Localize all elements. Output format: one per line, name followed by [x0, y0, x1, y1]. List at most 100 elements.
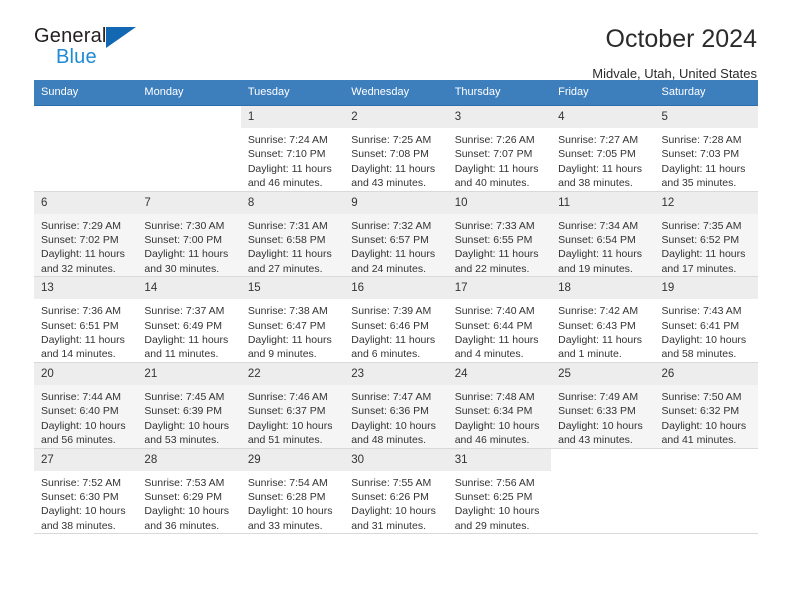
calendar-day-cell[interactable]: 7 Sunrise: 7:30 AM Sunset: 7:00 PM Daylight… [137, 190, 241, 278]
calendar-day-cell[interactable]: 31 Sunrise: 7:56 AM Sunset: 6:25 PM Dayligh… [447, 447, 552, 535]
sunrise-time: Sunrise: 7:26 AM [454, 134, 535, 146]
daylight-duration-line1: Daylight: 10 hours [454, 505, 540, 518]
calendar-day-cell[interactable]: 18 Sunrise: 7:42 AM Sunset: 6:43 PM Dayligh… [551, 276, 655, 363]
calendar-day-cell[interactable]: 19 Sunrise: 7:43 AM Sunset: 6:41 PM Dayligh… [654, 276, 758, 363]
day-number-bar: 13 [34, 277, 138, 300]
day-details: Sunrise: 7:49 AM Sunset: 6:33 PM Daylight:… [551, 385, 654, 448]
day-number: 31 [454, 453, 468, 466]
calendar-day-cell[interactable]: 9 Sunrise: 7:32 AM Sunset: 6:57 PM Daylight… [344, 190, 448, 278]
day-number: 27 [41, 453, 54, 466]
daylight-duration-line1: Daylight: 10 hours [144, 505, 230, 518]
weekday-header-wednesday: Wednesday [344, 80, 448, 106]
day-number: 7 [144, 196, 151, 209]
calendar-day-cell[interactable]: 16 Sunrise: 7:39 AM Sunset: 6:46 PM Dayligh… [344, 276, 448, 363]
sunset-time: Sunset: 6:36 PM [351, 405, 429, 418]
calendar-day-cell[interactable]: 2 Sunrise: 7:25 AM Sunset: 7:08 PM Daylight… [344, 105, 448, 192]
page-header: General Blue October 2024 Midvale, Utah,… [34, 0, 758, 81]
calendar-day-cell[interactable]: 21 Sunrise: 7:45 AM Sunset: 6:39 PM Dayligh… [137, 361, 241, 449]
calendar-day-cell[interactable]: 1 Sunrise: 7:24 AM Sunset: 7:10 PM Daylight… [240, 105, 345, 192]
calendar-day-cell-empty [34, 105, 138, 192]
sunset-time: Sunset: 6:52 PM [661, 234, 740, 247]
day-number-bar: 24 [447, 362, 552, 385]
brand-logo[interactable]: General Blue [34, 24, 154, 70]
weekday-header-sunday: Sunday [34, 80, 138, 106]
daylight-duration-line2: and 38 minutes. [41, 519, 116, 532]
day-number-bar: 20 [34, 362, 138, 385]
daylight-duration-line2: and 6 minutes. [351, 348, 421, 361]
day-details: Sunrise: 7:52 AM Sunset: 6:30 PM Daylight:… [34, 471, 137, 534]
day-number: 19 [661, 282, 675, 295]
daylight-duration-line2: and 33 minutes. [247, 519, 323, 532]
daylight-duration-line1: Daylight: 10 hours [661, 334, 747, 347]
calendar-day-cell[interactable]: 24 Sunrise: 7:48 AM Sunset: 6:34 PM Dayligh… [447, 361, 552, 449]
daylight-duration-line2: and 11 minutes. [144, 348, 219, 361]
calendar-day-cell[interactable]: 14 Sunrise: 7:37 AM Sunset: 6:49 PM Dayligh… [137, 276, 241, 363]
calendar-day-cell-empty [137, 105, 241, 192]
weekday-header-tuesday: Tuesday [240, 80, 345, 106]
day-details: Sunrise: 7:30 AM Sunset: 7:00 PM Daylight:… [137, 214, 240, 277]
sunrise-time: Sunrise: 7:37 AM [144, 305, 225, 318]
sunrise-time: Sunrise: 7:34 AM [558, 219, 639, 232]
day-number-bar: 17 [447, 277, 552, 300]
calendar-day-cell[interactable]: 27 Sunrise: 7:52 AM Sunset: 6:30 PM Dayligh… [34, 447, 138, 535]
day-number: 24 [454, 367, 468, 380]
calendar-day-cell[interactable]: 29 Sunrise: 7:54 AM Sunset: 6:28 PM Dayligh… [240, 447, 345, 535]
day-details: Sunrise: 7:55 AM Sunset: 6:26 PM Daylight:… [344, 471, 447, 534]
daylight-duration-line2: and 41 minutes. [661, 434, 737, 447]
day-details: Sunrise: 7:50 AM Sunset: 6:32 PM Daylight:… [655, 385, 758, 448]
calendar-day-cell[interactable]: 22 Sunrise: 7:46 AM Sunset: 6:37 PM Dayligh… [240, 361, 345, 449]
calendar-day-cell[interactable]: 30 Sunrise: 7:55 AM Sunset: 6:26 PM Dayligh… [344, 447, 448, 535]
calendar-day-cell[interactable]: 12 Sunrise: 7:35 AM Sunset: 6:52 PM Dayligh… [654, 190, 758, 278]
daylight-duration-line2: and 58 minutes. [661, 348, 737, 361]
calendar-day-cell[interactable]: 11 Sunrise: 7:34 AM Sunset: 6:54 PM Dayligh… [551, 190, 655, 278]
sunrise-time: Sunrise: 7:27 AM [558, 134, 639, 146]
day-number: 26 [661, 367, 675, 380]
calendar-day-cell[interactable]: 6 Sunrise: 7:29 AM Sunset: 7:02 PM Daylight… [34, 190, 138, 278]
calendar-day-cell[interactable]: 3 Sunrise: 7:26 AM Sunset: 7:07 PM Daylight… [447, 105, 552, 192]
daylight-duration-line1: Daylight: 11 hours [351, 334, 436, 347]
daylight-duration-line1: Daylight: 10 hours [454, 419, 540, 432]
calendar-day-cell[interactable]: 20 Sunrise: 7:44 AM Sunset: 6:40 PM Dayligh… [34, 361, 138, 449]
day-details: Sunrise: 7:40 AM Sunset: 6:44 PM Daylight:… [448, 299, 551, 362]
day-number: 23 [351, 367, 365, 380]
calendar-day-cell[interactable]: 25 Sunrise: 7:49 AM Sunset: 6:33 PM Dayligh… [551, 361, 655, 449]
day-number-bar: 31 [447, 448, 552, 471]
sunrise-time: Sunrise: 7:54 AM [247, 476, 328, 489]
calendar-day-cell[interactable]: 8 Sunrise: 7:31 AM Sunset: 6:58 PM Daylight… [240, 190, 345, 278]
sunrise-time: Sunrise: 7:46 AM [247, 390, 328, 403]
daylight-duration-line1: Daylight: 11 hours [144, 248, 229, 261]
daylight-duration-line2: and 9 minutes. [247, 348, 317, 361]
sunrise-time: Sunrise: 7:30 AM [144, 219, 225, 232]
calendar-day-cell[interactable]: 13 Sunrise: 7:36 AM Sunset: 6:51 PM Dayligh… [34, 276, 138, 363]
day-number-bar: 8 [240, 191, 345, 214]
sunset-time: Sunset: 6:49 PM [144, 319, 223, 332]
calendar-day-cell[interactable]: 10 Sunrise: 7:33 AM Sunset: 6:55 PM Dayligh… [447, 190, 552, 278]
calendar-day-cell[interactable]: 28 Sunrise: 7:53 AM Sunset: 6:29 PM Dayligh… [137, 447, 241, 535]
day-number-bar: 30 [344, 448, 448, 471]
calendar-week-row: 6 Sunrise: 7:29 AM Sunset: 7:02 PM Daylight… [34, 190, 758, 278]
day-number: 30 [351, 453, 365, 466]
calendar-day-cell[interactable]: 23 Sunrise: 7:47 AM Sunset: 6:36 PM Dayligh… [344, 361, 448, 449]
daylight-duration-line2: and 24 minutes. [351, 262, 426, 275]
daylight-duration-line1: Daylight: 11 hours [661, 162, 746, 175]
daylight-duration-line2: and 4 minutes. [454, 348, 524, 361]
daylight-duration-line2: and 19 minutes. [558, 262, 633, 275]
sunrise-time: Sunrise: 7:31 AM [247, 219, 328, 232]
calendar-day-cell[interactable]: 5 Sunrise: 7:28 AM Sunset: 7:03 PM Daylight… [654, 105, 758, 192]
weekday-header-row: Sunday Monday Tuesday Wednesday Thursday Frid… [34, 80, 758, 106]
daylight-duration-line2: and 38 minutes. [558, 177, 633, 190]
daylight-duration-line1: Daylight: 11 hours [351, 162, 436, 175]
day-number-bar: 28 [137, 448, 241, 471]
sunset-time: Sunset: 7:00 PM [144, 234, 223, 247]
calendar-day-cell[interactable]: 4 Sunrise: 7:27 AM Sunset: 7:05 PM Daylight… [551, 105, 655, 192]
daylight-duration-line2: and 31 minutes. [351, 519, 426, 532]
sunset-time: Sunset: 6:51 PM [41, 319, 119, 332]
sunrise-time: Sunrise: 7:55 AM [351, 476, 432, 489]
daylight-duration-line1: Daylight: 11 hours [454, 248, 539, 261]
calendar-day-cell[interactable]: 17 Sunrise: 7:40 AM Sunset: 6:44 PM Dayligh… [447, 276, 552, 363]
day-number: 10 [454, 196, 468, 209]
calendar-day-cell[interactable]: 15 Sunrise: 7:38 AM Sunset: 6:47 PM Dayligh… [240, 276, 345, 363]
calendar-day-cell[interactable]: 26 Sunrise: 7:50 AM Sunset: 6:32 PM Dayligh… [654, 361, 758, 449]
day-number: 16 [351, 282, 365, 295]
sunrise-time: Sunrise: 7:33 AM [454, 219, 535, 232]
